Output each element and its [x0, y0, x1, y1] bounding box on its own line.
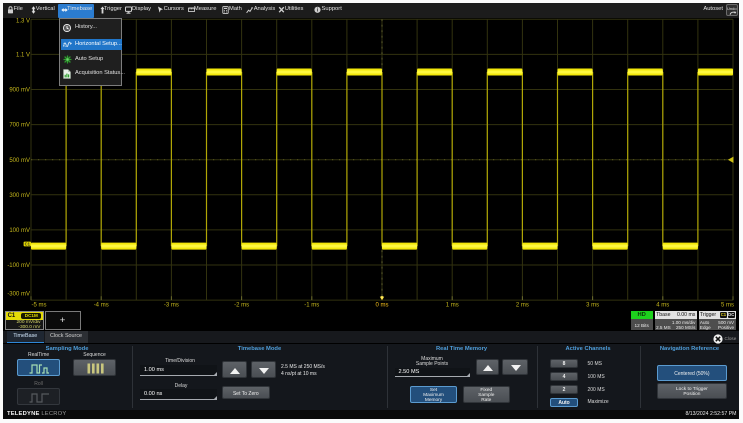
svg-text:500 mV: 500 mV	[9, 158, 30, 164]
svg-text:4 ms: 4 ms	[656, 302, 669, 308]
svg-text:100 mV: 100 mV	[9, 228, 30, 234]
svg-text:1 ms: 1 ms	[446, 302, 459, 308]
svg-text:5 ms: 5 ms	[721, 302, 734, 308]
svg-text:0 ms: 0 ms	[375, 302, 388, 308]
svg-text:3 ms: 3 ms	[586, 302, 599, 308]
svg-text:1.1 V: 1.1 V	[16, 53, 30, 59]
svg-text:-1 ms: -1 ms	[304, 302, 319, 308]
svg-text:1.3 V: 1.3 V	[16, 18, 30, 24]
svg-text:C1: C1	[25, 242, 31, 247]
svg-text:-5 ms: -5 ms	[32, 302, 47, 308]
svg-text:-3 ms: -3 ms	[164, 302, 179, 308]
svg-text:-100 mV: -100 mV	[7, 263, 30, 269]
svg-text:300 mV: 300 mV	[9, 193, 30, 199]
svg-text:2 ms: 2 ms	[516, 302, 529, 308]
svg-text:900 mV: 900 mV	[9, 88, 30, 94]
svg-text:-4 ms: -4 ms	[94, 302, 109, 308]
svg-text:700 mV: 700 mV	[9, 123, 30, 129]
svg-text:-2 ms: -2 ms	[234, 302, 249, 308]
svg-text:-300 mV: -300 mV	[7, 292, 30, 298]
